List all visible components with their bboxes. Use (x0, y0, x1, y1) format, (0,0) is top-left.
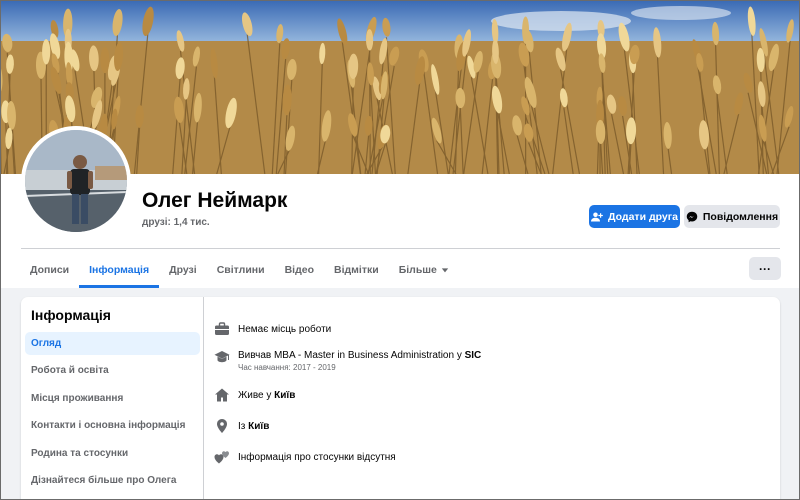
education-description: Вивчав MBA - Master in Business Administ… (238, 350, 462, 361)
briefcase-icon (215, 322, 229, 335)
education-place-link[interactable]: SIC (465, 350, 482, 361)
sidebar-title: Інформація (31, 307, 111, 323)
profile-tabs: Дописи Інформація Друзі Світлини Відео В… (20, 252, 459, 288)
about-card: Інформація Огляд Робота й освіта Місця п… (21, 297, 780, 500)
tab-tags[interactable]: Відмітки (324, 252, 389, 288)
relationship-row: Інформація про стосунки відсутня (214, 449, 396, 465)
messenger-icon (686, 211, 698, 222)
sidebar-item-label: Робота й освіта (31, 365, 109, 376)
tab-photos[interactable]: Світлини (207, 252, 275, 288)
header-divider (21, 248, 780, 249)
lives-in-row: Живе у Київ (214, 387, 295, 403)
sidebar-item-overview[interactable]: Огляд (25, 332, 200, 355)
sidebar-item-label: Дізнайтеся більше про Олега (31, 475, 177, 486)
tab-label: Світлини (216, 264, 265, 276)
tab-label: Відмітки (334, 264, 379, 276)
tab-label: Дописи (30, 264, 70, 276)
education-row: Вивчав MBA - Master in Business Administ… (214, 349, 481, 373)
sidebar-item-contacts[interactable]: Контакти і основна інформація (25, 414, 200, 437)
education-text: Вивчав MBA - Master in Business Administ… (238, 349, 481, 362)
tab-friends[interactable]: Друзі (159, 252, 207, 288)
from-text: Із Київ (238, 420, 269, 433)
tab-label: Інформація (89, 264, 150, 276)
more-options-button[interactable]: ··· (749, 257, 781, 280)
about-sidebar: Інформація Огляд Робота й освіта Місця п… (21, 297, 204, 500)
tab-more[interactable]: Більше (389, 252, 459, 288)
sidebar-item-places[interactable]: Місця проживання (25, 387, 200, 410)
location-pin-icon (217, 419, 227, 433)
tab-about[interactable]: Інформація (79, 252, 160, 288)
lives-in-text: Живе у Київ (238, 389, 295, 402)
add-friend-label: Додати друга (608, 210, 678, 223)
work-row: Немає місць роботи (214, 321, 331, 337)
profile-avatar[interactable] (21, 126, 131, 236)
work-text: Немає місць роботи (238, 324, 332, 335)
from-city-link[interactable]: Київ (248, 421, 269, 432)
tab-posts[interactable]: Дописи (20, 252, 79, 288)
sidebar-item-label: Огляд (31, 338, 62, 349)
person-plus-icon (591, 212, 603, 221)
sidebar-item-work-education[interactable]: Робота й освіта (25, 359, 200, 382)
education-period: Час навчання: 2017 - 2019 (238, 363, 336, 372)
caret-down-icon (441, 268, 449, 273)
sidebar-item-label: Родина та стосунки (31, 448, 129, 459)
tab-label: Більше (398, 264, 437, 276)
hearts-icon (214, 451, 229, 464)
from-prefix: Із (238, 421, 246, 432)
sidebar-item-label: Місця проживання (31, 393, 124, 404)
lives-in-city-link[interactable]: Київ (274, 390, 295, 401)
relationship-text: Інформація про стосунки відсутня (238, 452, 396, 463)
tab-label: Друзі (169, 264, 197, 276)
message-label: Повідомлення (702, 210, 779, 223)
tab-label: Відео (284, 264, 314, 276)
sidebar-item-details[interactable]: Дізнайтеся більше про Олега (25, 469, 200, 492)
message-button[interactable]: Повідомлення (684, 205, 780, 228)
friends-count[interactable]: друзі: 1,4 тис. (142, 217, 210, 228)
graduation-cap-icon (214, 351, 230, 363)
avatar-photo (25, 130, 127, 232)
sidebar-item-label: Контакти і основна інформація (31, 420, 186, 431)
from-row: Із Київ (214, 418, 269, 434)
home-icon (215, 388, 229, 402)
add-friend-button[interactable]: Додати друга (589, 205, 680, 228)
tab-videos[interactable]: Відео (275, 252, 324, 288)
sidebar-item-family[interactable]: Родина та стосунки (25, 442, 200, 465)
lives-in-prefix: Живе у (238, 390, 272, 401)
profile-name: Олег Неймарк (142, 189, 288, 212)
